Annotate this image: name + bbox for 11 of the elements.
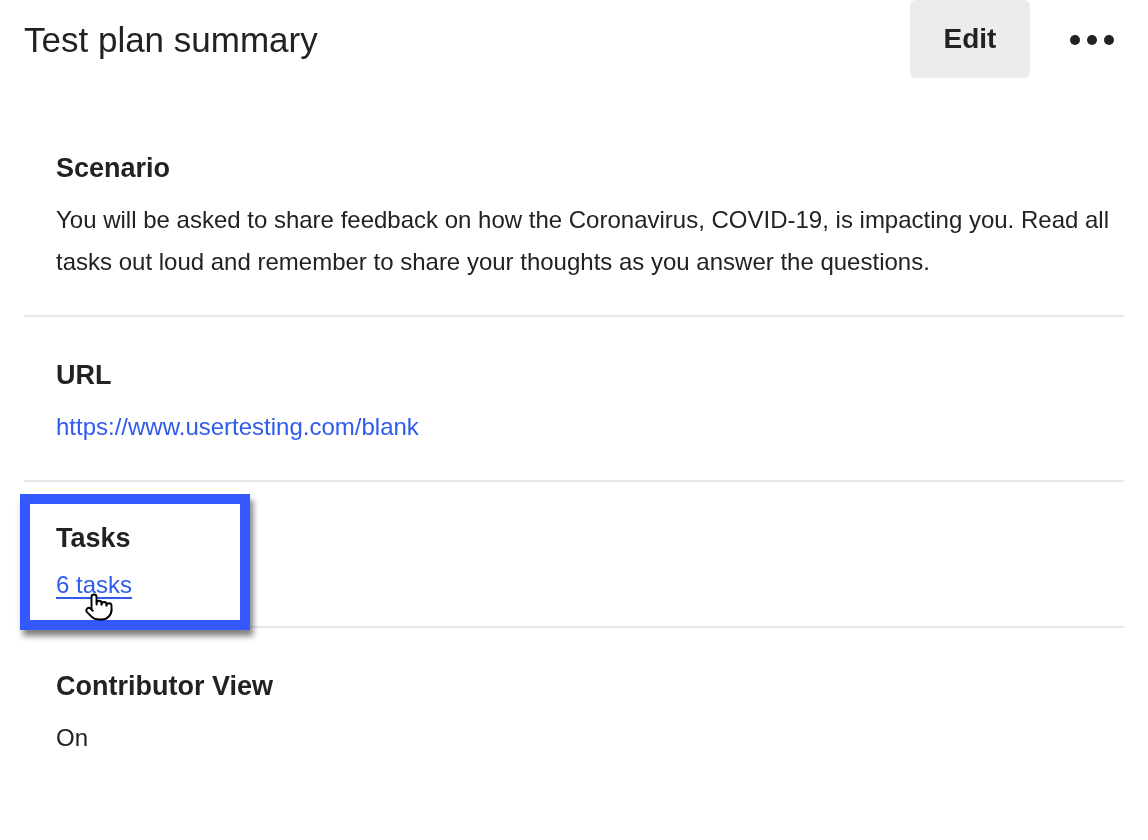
- section-heading: Contributor View: [56, 670, 274, 702]
- edit-button[interactable]: Edit: [910, 0, 1030, 78]
- link[interactable]: https://www.usertesting.com/blank: [56, 413, 419, 440]
- hand-pointer-icon: [84, 592, 114, 622]
- section-heading: Scenario: [56, 152, 172, 184]
- link[interactable]: 6 tasks: [56, 571, 133, 598]
- section-heading: Tasks: [56, 522, 132, 554]
- section-text: You will be asked to share feedback on how the Coronavirus, COVID-19, is impacting you. Read all tasks out loud and remember to share your thoughts as you answer the questions.: [56, 205, 1110, 277]
- page-title: Test plan summary: [24, 18, 319, 61]
- section-heading: URL: [56, 359, 113, 391]
- section-text: On: [56, 723, 89, 753]
